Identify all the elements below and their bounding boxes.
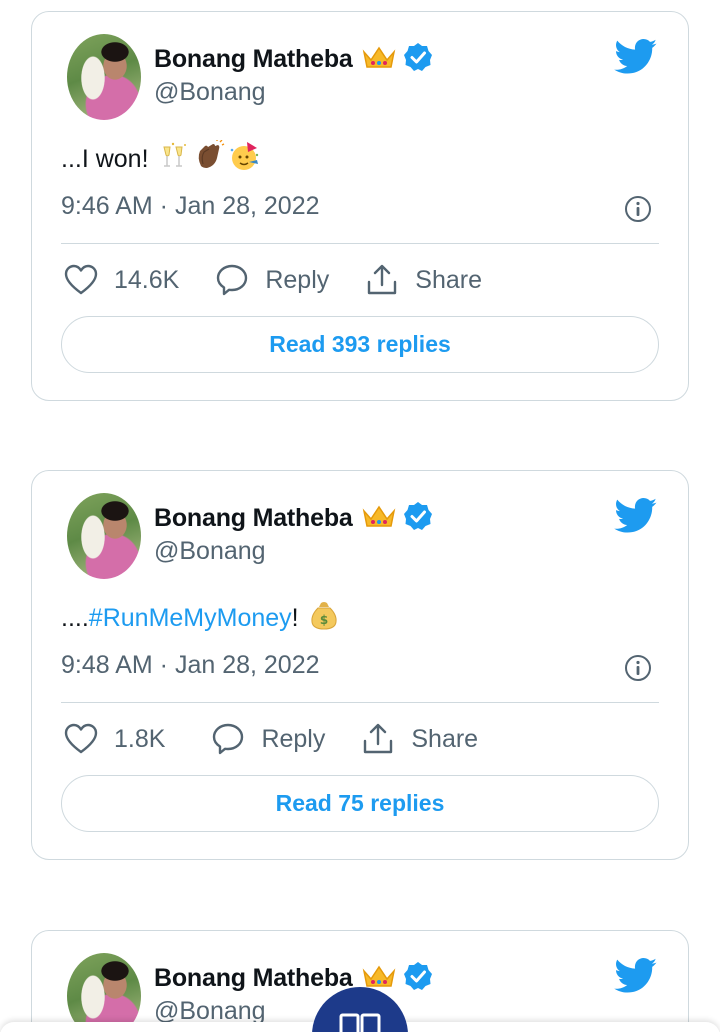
info-icon[interactable] xyxy=(624,654,652,687)
tweet-text: .... #RunMeMyMoney ! $ xyxy=(61,599,339,638)
heart-icon xyxy=(64,264,98,295)
verified-badge-icon xyxy=(403,961,433,996)
heart-icon xyxy=(64,723,98,754)
verified-badge-icon xyxy=(403,42,433,77)
share-icon xyxy=(368,264,397,295)
divider xyxy=(61,702,659,703)
info-icon[interactable] xyxy=(624,195,652,228)
share-button[interactable]: Share xyxy=(361,722,478,756)
crown-icon xyxy=(362,44,396,75)
author-handle[interactable]: @Bonang xyxy=(154,537,266,566)
reply-bubble-icon xyxy=(213,723,244,755)
book-icon xyxy=(339,1013,381,1032)
like-button[interactable]: 14.6K xyxy=(64,264,179,296)
party-face-icon xyxy=(229,140,261,179)
clapping-hands-icon xyxy=(193,139,225,179)
share-label: Share xyxy=(411,724,479,753)
tweet-text-suffix: ! xyxy=(291,604,299,632)
share-label: Share xyxy=(415,265,482,294)
reply-button[interactable]: Reply xyxy=(211,722,325,756)
author-row: Bonang Matheba xyxy=(154,42,433,77)
tweet-actions: 1.8K Reply Share xyxy=(64,721,514,757)
reply-button[interactable]: Reply xyxy=(215,263,329,297)
tweet-text-body: ...I won! xyxy=(61,145,149,173)
author-handle[interactable]: @Bonang xyxy=(154,78,266,107)
avatar[interactable] xyxy=(67,953,141,1032)
reply-bubble-icon xyxy=(217,264,248,296)
share-icon xyxy=(364,723,393,754)
read-replies-button[interactable]: Read 393 replies xyxy=(61,316,659,373)
money-bag-icon: $ xyxy=(309,599,339,638)
like-count: 14.6K xyxy=(114,265,180,294)
like-button[interactable]: 1.8K xyxy=(64,723,165,755)
tweet-card[interactable]: Bonang Matheba @Bonang ...I won! 9:46 AM… xyxy=(31,11,689,401)
tweet-text: ...I won! xyxy=(61,139,261,179)
author-row: Bonang Matheba xyxy=(154,961,433,996)
twitter-bird-icon[interactable] xyxy=(614,39,658,80)
reply-label: Reply xyxy=(261,724,326,753)
author-row: Bonang Matheba xyxy=(154,501,433,536)
reply-label: Reply xyxy=(265,265,330,294)
like-count: 1.8K xyxy=(114,724,166,753)
avatar[interactable] xyxy=(67,34,141,120)
author-name[interactable]: Bonang Matheba xyxy=(154,45,353,74)
share-button[interactable]: Share xyxy=(365,263,482,297)
svg-text:$: $ xyxy=(319,613,327,627)
crown-icon xyxy=(362,503,396,534)
tweet-actions: 14.6K Reply Share xyxy=(64,262,518,298)
hashtag-link[interactable]: #RunMeMyMoney xyxy=(89,604,292,633)
tweet-text-body: .... xyxy=(61,604,89,632)
divider xyxy=(61,243,659,244)
author-name[interactable]: Bonang Matheba xyxy=(154,964,353,993)
tweet-timestamp[interactable]: 9:46 AM · Jan 28, 2022 xyxy=(61,192,320,221)
avatar[interactable] xyxy=(67,493,141,579)
read-replies-button[interactable]: Read 75 replies xyxy=(61,775,659,832)
tweet-card[interactable]: Bonang Matheba @Bonang .... #RunMeMyMone… xyxy=(31,470,689,860)
champagne-toast-icon xyxy=(159,141,189,178)
tweet-timestamp[interactable]: 9:48 AM · Jan 28, 2022 xyxy=(61,651,320,680)
author-name[interactable]: Bonang Matheba xyxy=(154,504,353,533)
twitter-bird-icon[interactable] xyxy=(614,958,658,999)
verified-badge-icon xyxy=(403,501,433,536)
twitter-bird-icon[interactable] xyxy=(614,498,658,539)
